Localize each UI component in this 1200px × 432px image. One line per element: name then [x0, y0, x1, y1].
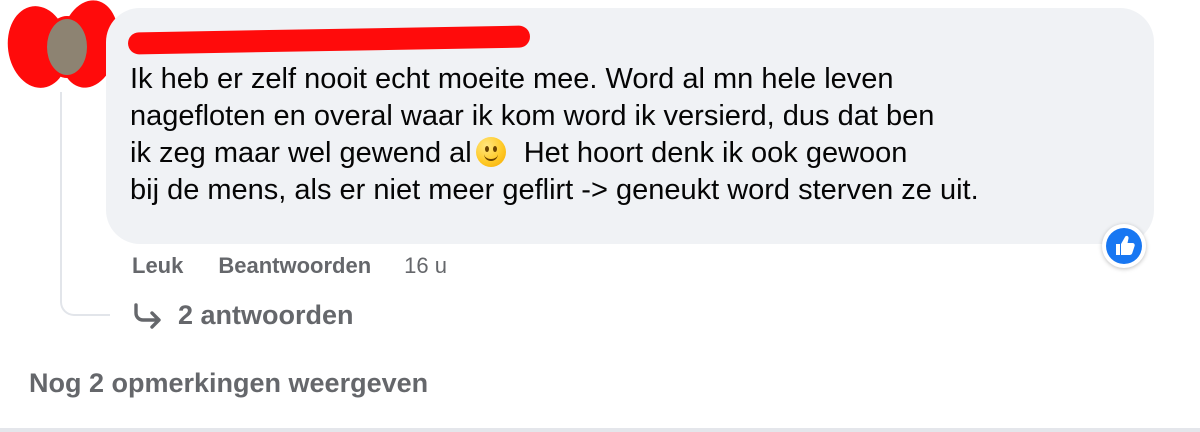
- like-button[interactable]: Leuk: [132, 253, 183, 279]
- comment-actions: Leuk Beantwoorden 16 u: [132, 252, 447, 280]
- comment-line-part: Het hoort denk ik ook gewoon: [523, 137, 908, 169]
- comment-line: Ik heb er zelf nooit echt moeite mee. Wo…: [130, 63, 894, 95]
- view-replies-button[interactable]: 2 antwoorden: [132, 300, 354, 331]
- like-reaction-badge[interactable]: [1102, 224, 1146, 268]
- comment-line-part: ik zeg maar wel gewend al: [130, 137, 472, 169]
- avatar: [44, 16, 90, 78]
- reply-button[interactable]: Beantwoorden: [218, 253, 371, 279]
- smiling-face-emoji-icon: [475, 137, 506, 167]
- avatar-redacted[interactable]: [2, 0, 126, 93]
- reply-arrow-icon: [134, 302, 161, 329]
- comment-line: ik zeg maar wel gewend al Het hoort denk …: [130, 135, 1130, 172]
- like-icon: [1106, 228, 1142, 264]
- divider: [0, 428, 1200, 432]
- replies-label: 2 antwoorden: [178, 300, 354, 330]
- comment-timestamp[interactable]: 16 u: [404, 253, 447, 279]
- comment-line: nagefloten en overal waar ik kom word ik…: [130, 100, 935, 132]
- view-more-comments-link[interactable]: Nog 2 opmerkingen weergeven: [29, 368, 428, 399]
- thread-connector-line: [60, 92, 110, 316]
- comment-line: bij de mens, als er niet meer geflirt ->…: [130, 174, 979, 206]
- comment-text: Ik heb er zelf nooit echt moeite mee. Wo…: [130, 61, 1130, 209]
